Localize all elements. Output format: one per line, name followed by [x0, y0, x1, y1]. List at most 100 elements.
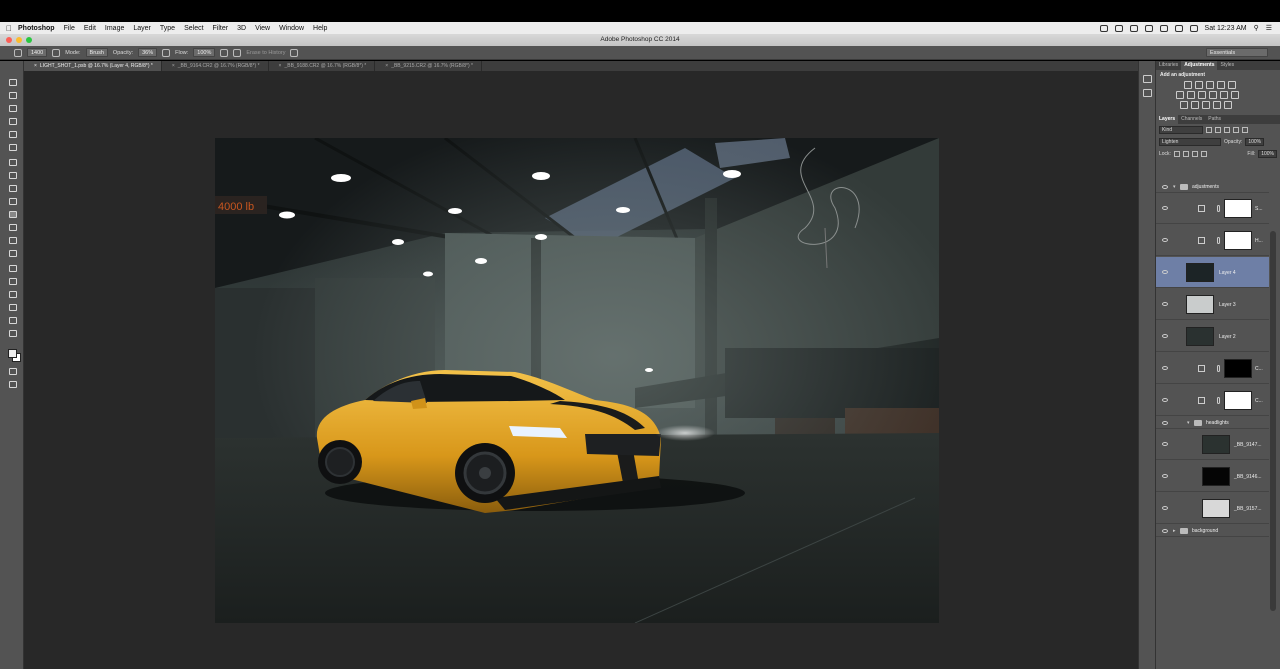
- path-selection-tool-icon[interactable]: [9, 291, 17, 298]
- creative-cloud-icon[interactable]: [1129, 24, 1138, 32]
- app-menu[interactable]: Photoshop: [18, 25, 55, 32]
- eyedropper-tool-icon[interactable]: [9, 144, 17, 151]
- layer-2[interactable]: Layer 2: [1156, 321, 1269, 352]
- zoom-tool-icon[interactable]: [9, 330, 17, 337]
- search-icon[interactable]: ⚲: [1254, 24, 1259, 32]
- lasso-tool-icon[interactable]: [9, 105, 17, 112]
- black-white-icon[interactable]: [1198, 91, 1206, 99]
- blur-tool-icon[interactable]: [9, 237, 17, 244]
- visibility-eye-icon[interactable]: [1162, 270, 1168, 274]
- mask-link-icon[interactable]: [1217, 396, 1220, 404]
- eraser-tool-icon[interactable]: [9, 211, 17, 218]
- brightness-icon[interactable]: [1184, 81, 1192, 89]
- menu-layer[interactable]: Layer: [133, 25, 151, 32]
- levels-icon[interactable]: [1195, 81, 1203, 89]
- visibility-eye-icon[interactable]: [1162, 238, 1168, 242]
- photo-filter-icon[interactable]: [1209, 91, 1217, 99]
- layer-4[interactable]: Layer 4: [1156, 257, 1269, 288]
- gradient-tool-icon[interactable]: [9, 224, 17, 231]
- group-collapsed-triangle-icon[interactable]: ▸: [1173, 528, 1176, 534]
- opacity-field[interactable]: 36%: [138, 48, 158, 57]
- visibility-eye-icon[interactable]: [1162, 366, 1168, 370]
- visibility-eye-icon[interactable]: [1162, 421, 1168, 425]
- screen-mode-icon[interactable]: [9, 381, 17, 388]
- layer-bb-9146[interactable]: _BB_9146...: [1156, 461, 1269, 492]
- layer-adjustment-2[interactable]: H...: [1156, 225, 1269, 256]
- apple-icon[interactable]: : [0, 24, 18, 33]
- layer-3[interactable]: Layer 3: [1156, 289, 1269, 320]
- invert-icon[interactable]: [1180, 101, 1188, 109]
- menu-type[interactable]: Type: [160, 25, 175, 32]
- pressure-size-icon[interactable]: [290, 48, 299, 57]
- minimize-window-button[interactable]: [16, 37, 22, 43]
- selective-color-icon[interactable]: [1224, 101, 1232, 109]
- shape-filter-icon[interactable]: [1233, 127, 1239, 133]
- airbrush-icon[interactable]: [220, 48, 229, 57]
- crop-tool-icon[interactable]: [9, 131, 17, 138]
- layer-mask-thumbnail[interactable]: [1224, 391, 1252, 410]
- color-lookup-icon[interactable]: [1231, 91, 1239, 99]
- brush-size-picker[interactable]: 1400: [27, 48, 48, 57]
- mode-select[interactable]: Brush: [85, 48, 108, 57]
- visibility-eye-icon[interactable]: [1162, 185, 1168, 189]
- exposure-icon[interactable]: [1217, 81, 1225, 89]
- close-tab-icon[interactable]: ×: [385, 63, 388, 69]
- tab-channels[interactable]: Channels: [1178, 115, 1205, 124]
- quick-mask-icon[interactable]: [9, 368, 17, 375]
- vibrance-triangle-icon[interactable]: [1228, 81, 1236, 89]
- tab-styles[interactable]: Styles: [1217, 61, 1237, 70]
- adjustment-filter-icon[interactable]: [1215, 127, 1221, 133]
- character-panel-icon[interactable]: [1143, 75, 1152, 83]
- layers-scrollbar[interactable]: [1270, 231, 1276, 611]
- clone-stamp-tool-icon[interactable]: [9, 185, 17, 192]
- warehouse-car-photo[interactable]: 4000 lb: [215, 138, 939, 623]
- layer-mask-thumbnail[interactable]: [1224, 359, 1252, 378]
- brush-panel-toggle-icon[interactable]: [52, 48, 61, 57]
- gradient-map-icon[interactable]: [1213, 101, 1221, 109]
- brush-tool-icon[interactable]: [9, 172, 17, 179]
- channel-mixer-icon[interactable]: [1220, 91, 1228, 99]
- type-tool-icon[interactable]: [9, 278, 17, 285]
- close-window-button[interactable]: [6, 37, 12, 43]
- pixel-filter-icon[interactable]: [1206, 127, 1212, 133]
- dropbox-icon[interactable]: [1114, 24, 1123, 32]
- menu-3d[interactable]: 3D: [237, 25, 246, 32]
- layer-thumbnail[interactable]: [1186, 327, 1214, 346]
- menu-file[interactable]: File: [64, 25, 75, 32]
- marquee-tool-icon[interactable]: [9, 92, 17, 99]
- mask-link-icon[interactable]: [1217, 204, 1220, 212]
- zoom-window-button[interactable]: [26, 37, 32, 43]
- menu-window[interactable]: Window: [279, 25, 304, 32]
- close-tab-icon[interactable]: ×: [172, 63, 175, 69]
- workspace-select[interactable]: Essentials: [1206, 48, 1268, 57]
- layer-curves-1[interactable]: C...: [1156, 353, 1269, 384]
- bluetooth-icon[interactable]: [1144, 24, 1153, 32]
- doc-tab-bb-9164[interactable]: × _BB_9164.CR2 @ 16.7% (RGB/8*) *: [162, 61, 269, 71]
- posterize-icon[interactable]: [1191, 101, 1199, 109]
- visibility-eye-icon[interactable]: [1162, 506, 1168, 510]
- close-tab-icon[interactable]: ×: [279, 63, 282, 69]
- close-tab-icon[interactable]: ×: [34, 63, 37, 69]
- layer-adjustment-1[interactable]: S...: [1156, 193, 1269, 224]
- history-brush-tool-icon[interactable]: [9, 198, 17, 205]
- visibility-eye-icon[interactable]: [1162, 206, 1168, 210]
- visibility-eye-icon[interactable]: [1162, 474, 1168, 478]
- visibility-eye-icon[interactable]: [1162, 398, 1168, 402]
- layer-group-background[interactable]: ▸ background: [1156, 525, 1269, 537]
- quick-select-tool-icon[interactable]: [9, 118, 17, 125]
- menu-select[interactable]: Select: [184, 25, 203, 32]
- type-filter-icon[interactable]: [1224, 127, 1230, 133]
- threshold-icon[interactable]: [1202, 101, 1210, 109]
- status-icon[interactable]: [1099, 24, 1108, 32]
- group-expanded-triangle-icon[interactable]: ▾: [1187, 420, 1190, 426]
- volume-icon[interactable]: [1174, 24, 1183, 32]
- eraser-tool-preset-icon[interactable]: [14, 48, 22, 57]
- layer-mask-thumbnail[interactable]: [1224, 231, 1252, 250]
- move-tool-icon[interactable]: [9, 79, 17, 86]
- doc-tab-bb-9188[interactable]: × _BB_9188.CR2 @ 16.7% (RGB/8*) *: [269, 61, 376, 71]
- visibility-eye-icon[interactable]: [1162, 442, 1168, 446]
- layer-thumbnail[interactable]: [1202, 499, 1230, 518]
- pen-tool-icon[interactable]: [9, 265, 17, 272]
- layer-curves-2[interactable]: C...: [1156, 385, 1269, 416]
- curves-icon[interactable]: [1206, 81, 1214, 89]
